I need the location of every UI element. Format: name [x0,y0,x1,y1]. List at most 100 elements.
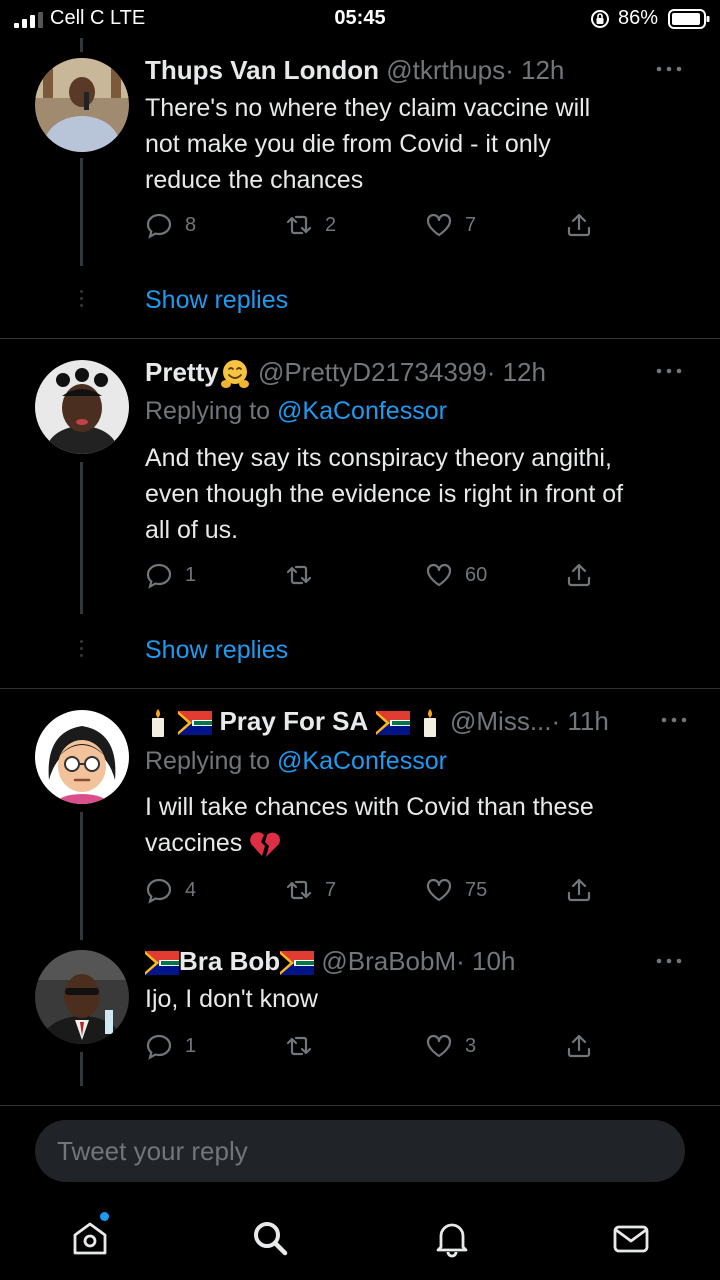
tab-messages[interactable] [611,1218,651,1258]
tweet-text: I will take chances with Covid than thes… [145,789,700,861]
handle[interactable]: @BraBobM [321,946,456,976]
candle-emoji-icon [152,709,164,738]
hugging-face-emoji-icon [220,360,249,389]
show-replies-link[interactable]: Show replies [145,286,288,315]
like-button[interactable]: 75 [425,875,487,905]
share-button[interactable] [565,560,593,590]
retweet-button[interactable]: 7 [285,875,336,905]
tweet-reply-input[interactable]: Tweet your reply [35,1120,685,1182]
tab-notifications[interactable] [432,1218,472,1258]
messages-icon [613,1225,649,1253]
more-options-icon[interactable] [655,366,683,376]
display-name[interactable]: Pray For SA [219,706,368,736]
tweet-header: Pretty @PrettyD21734399· 12h [145,357,546,390]
thread-line [80,462,83,614]
reply-button[interactable]: 8 [145,210,196,240]
tweet-header: Bra Bob @BraBobM· 10h [145,946,515,977]
more-options-icon[interactable] [660,715,688,725]
retweet-count: 7 [325,878,337,901]
mention-link[interactable]: @KaConfessor [277,397,447,425]
replying-prefix: Replying to [145,747,278,775]
share-button[interactable] [565,1031,593,1061]
notifications-icon [436,1223,468,1258]
tab-search[interactable] [250,1218,290,1258]
display-name[interactable]: Bra Bob [179,946,280,976]
handle[interactable]: @PrettyD21734399 [258,357,487,387]
divider [0,688,720,689]
like-button[interactable]: 7 [425,210,476,240]
display-name[interactable]: Pretty [145,357,219,387]
like-button[interactable]: 3 [425,1031,476,1061]
replying-to: Replying to @KaConfessor [145,397,447,426]
like-count: 3 [465,1034,477,1057]
retweet-icon [286,880,312,900]
reply-count: 4 [185,878,197,901]
reply-icon [146,1034,172,1060]
heart-icon [426,1034,452,1058]
reply-icon [146,563,172,589]
like-count: 7 [465,213,477,236]
share-icon [567,213,591,237]
thread-line [80,38,83,52]
replying-to: Replying to @KaConfessor [145,747,447,776]
more-options-icon[interactable] [655,64,683,74]
avatar[interactable] [35,950,129,1044]
share-button[interactable] [565,210,593,240]
heart-icon [426,563,452,587]
reply-placeholder: Tweet your reply [57,1135,248,1166]
tab-home[interactable] [70,1218,110,1258]
mention-link[interactable]: @KaConfessor [277,747,447,775]
more-options-icon[interactable] [655,956,683,966]
tweet-text-line: even though the evidence is right in fro… [145,480,624,508]
new-content-indicator [100,1212,109,1221]
tweet-text-line: reduce the chances [145,166,364,194]
show-replies-link[interactable]: Show replies [145,636,288,665]
heart-icon [426,213,452,237]
reply-count: 1 [185,1034,197,1057]
tweet-text-line: And they say its conspiracy theory angit… [145,444,612,472]
reply-button[interactable]: 1 [145,1031,196,1061]
retweet-icon [286,1036,312,1056]
share-button[interactable] [565,875,593,905]
retweet-count: 2 [325,213,337,236]
orientation-lock-icon [591,10,609,28]
reply-count: 8 [185,213,197,236]
thread-gap-dots [80,290,83,311]
reply-button[interactable]: 4 [145,875,196,905]
replying-prefix: Replying to [145,397,278,425]
handle[interactable]: @tkrthups [386,55,505,85]
avatar[interactable] [35,710,129,804]
divider [0,338,720,339]
retweet-button[interactable] [285,1031,325,1061]
like-count: 60 [465,563,488,586]
retweet-icon [286,565,312,585]
bottom-tab-bar [0,1200,720,1280]
candle-emoji-icon [423,709,436,738]
display-name[interactable]: Thups Van London [145,55,379,85]
south-africa-flag-icon [178,711,213,736]
south-africa-flag-icon [145,951,179,976]
handle[interactable]: @Miss... [450,706,552,736]
tweet-text: Ijo, I don't know [145,981,700,1017]
timestamp: · 10h [456,946,516,976]
divider [0,1105,720,1106]
share-icon [567,878,591,902]
reply-button[interactable]: 1 [145,560,196,590]
tweet-text-line: Ijo, I don't know [145,985,318,1013]
reply-icon [146,213,172,239]
avatar[interactable] [35,58,129,152]
battery-percent: 86% [618,7,659,29]
retweet-button[interactable]: 2 [285,210,336,240]
battery-icon [668,9,710,29]
clock: 05:45 [334,7,386,29]
retweet-icon [286,215,312,235]
timestamp: · 12h [486,357,546,387]
tweet-text: And they say its conspiracy theory angit… [145,440,700,548]
like-button[interactable]: 60 [425,560,487,590]
retweet-button[interactable] [285,560,325,590]
thread-line [80,158,83,266]
tweet-text: There's no where they claim vaccine will… [145,90,700,198]
timestamp: · 11h [551,706,609,736]
avatar[interactable] [35,360,129,454]
thread-gap-dots [80,640,83,661]
